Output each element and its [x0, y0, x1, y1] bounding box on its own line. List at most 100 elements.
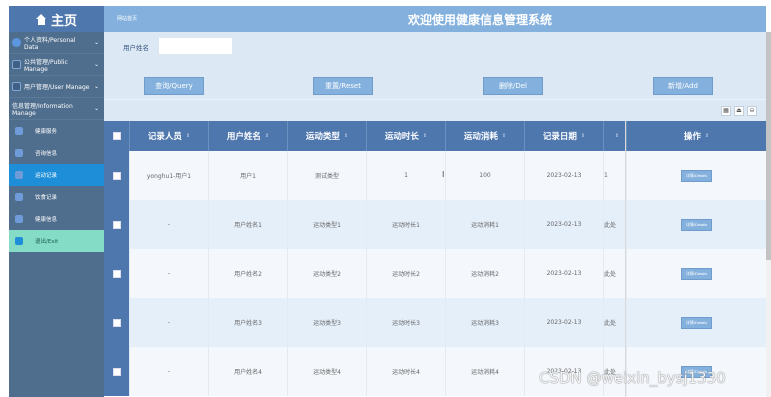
- minus-icon[interactable]: ⊖: [747, 106, 757, 116]
- details-button[interactable]: 详情/Details: [680, 267, 713, 280]
- row-select-cell: [104, 200, 130, 249]
- sort-icon: ⇕: [343, 133, 349, 139]
- row-select-cell: [104, 298, 130, 347]
- select-all-checkbox[interactable]: [112, 132, 121, 140]
- user-icon: [12, 38, 21, 47]
- table-cell: 运动时长4: [367, 347, 446, 396]
- table-cell: 此处: [604, 200, 627, 249]
- table-cell: 2023-02-13: [525, 151, 604, 200]
- table-cell: 运动消耗4: [446, 347, 525, 396]
- scrollbar-thumb[interactable]: [766, 32, 771, 260]
- home-link[interactable]: 主页: [9, 6, 104, 32]
- sort-icon: ⇕: [185, 133, 191, 139]
- table-cell: 2023-02-13: [525, 200, 604, 249]
- people-icon: [15, 215, 23, 223]
- sidebar-item-consult-info[interactable]: 咨询信息: [9, 142, 104, 164]
- table-cell: 运动类型3: [288, 298, 367, 347]
- menu-group-label: 信息管理/Information Manage: [12, 102, 73, 117]
- select-all-cell: [104, 121, 130, 151]
- menu-group-label: 用户管理/User Manage: [24, 84, 90, 91]
- table-row[interactable]: - 用户姓名3 运动类型3 运动时长3 运动消耗3 2023-02-13 此处 详情/Deta…: [104, 298, 766, 347]
- row-checkbox[interactable]: [112, 171, 121, 180]
- row-actions-cell: 详情/Details: [627, 249, 766, 298]
- table-body: yonghu1-用户1 用户1 测试类型 1 100 2023-02-13 1 详情/Deta…: [104, 151, 766, 396]
- table-cell: 运动类型1: [288, 200, 367, 249]
- table-cell: 运动时长2: [367, 249, 446, 298]
- table-header: 记录人员 ⇕ 用户姓名 ⇕ 运动类型 ⇕ 运动时长 ⇕ 运动消耗 ⇕ 记录日期 ⇕ ⇕ 操作…: [104, 121, 766, 151]
- table-cell: 运动消耗3: [446, 298, 525, 347]
- grid-icon[interactable]: ▦: [721, 106, 731, 116]
- details-button[interactable]: 详情/Details: [680, 316, 713, 329]
- col-header[interactable]: 记录人员 ⇕: [130, 121, 209, 151]
- page-title: 欢迎使用健康信息管理系统: [408, 13, 553, 27]
- row-checkbox[interactable]: [112, 220, 121, 229]
- card-icon: [15, 193, 23, 201]
- sidebar-item-label: 咨询信息: [35, 151, 58, 157]
- table-cell: -: [130, 200, 209, 249]
- col-header[interactable]: 运动消耗 ⇕: [446, 121, 525, 151]
- delete-button[interactable]: 删除/Del: [483, 77, 543, 95]
- brand-label: 主页: [50, 13, 77, 29]
- search-label: 用户姓名: [123, 44, 149, 52]
- col-header[interactable]: 运动类型 ⇕: [288, 121, 367, 151]
- sidebar-item-exercise-records[interactable]: 运动记录: [9, 164, 104, 186]
- sidebar-item-exit[interactable]: 退出/Exit: [9, 230, 104, 252]
- sidebar-item-label: 运动记录: [35, 173, 58, 179]
- col-header-actions: 操作 ⇕: [683, 132, 710, 142]
- vertical-scrollbar[interactable]: [766, 32, 771, 397]
- details-button[interactable]: 详情/Details: [680, 169, 713, 182]
- search-input[interactable]: [159, 38, 232, 54]
- details-button[interactable]: 详情/Details: [680, 218, 713, 231]
- print-icon[interactable]: ⏏: [734, 106, 744, 116]
- menu-group-information-manage[interactable]: 信息管理/Information Manage ⌄: [9, 98, 104, 120]
- query-button[interactable]: 查询/Query: [144, 77, 204, 95]
- sort-icon: ⇕: [614, 133, 620, 139]
- column-divider: [625, 121, 626, 397]
- table-row[interactable]: - 用户姓名1 运动类型1 运动时长1 运动消耗1 2023-02-13 此处 详情/Deta…: [104, 200, 766, 249]
- sidebar-item-label: 健康服务: [35, 129, 58, 135]
- row-actions-cell: 详情/Details: [627, 151, 766, 200]
- sidebar-item-health-info[interactable]: 健康信息: [9, 208, 104, 230]
- row-checkbox[interactable]: [112, 269, 121, 278]
- row-actions-cell: 详情/Details: [627, 298, 766, 347]
- table-cell: 用户姓名2: [209, 249, 288, 298]
- tag-icon: [15, 149, 23, 157]
- col-header[interactable]: 用户姓名 ⇕: [209, 121, 288, 151]
- records-table: 记录人员 ⇕ 用户姓名 ⇕ 运动类型 ⇕ 运动时长 ⇕ 运动消耗 ⇕ 记录日期 ⇕ ⇕ 操作…: [104, 121, 766, 397]
- col-header[interactable]: 运动时长 ⇕: [367, 121, 446, 151]
- table-cell: 运动类型4: [288, 347, 367, 396]
- row-checkbox[interactable]: [112, 318, 121, 327]
- sidebar-item-label: 饮食记录: [35, 195, 58, 201]
- menu-group-personal-data[interactable]: 个人资料/Personal Data ⌄: [9, 32, 104, 54]
- add-button[interactable]: 新增/Add: [653, 77, 713, 95]
- table-row[interactable]: - 用户姓名2 运动类型2 运动时长2 运动消耗2 2023-02-13 此处 详情/Deta…: [104, 249, 766, 298]
- table-cell: 1: [367, 151, 446, 200]
- reset-button[interactable]: 重置/Reset: [313, 77, 373, 95]
- row-checkbox[interactable]: [112, 367, 121, 376]
- sidebar-item-diet-records[interactable]: 饮食记录: [9, 186, 104, 208]
- chevron-down-icon: ⌄: [93, 61, 99, 68]
- menu-group-user-manage[interactable]: 用户管理/User Manage ⌄: [9, 76, 104, 98]
- sort-icon: ⇕: [264, 133, 270, 139]
- sidebar-item-label: 退出/Exit: [35, 239, 59, 245]
- table-cell: 运动类型2: [288, 249, 367, 298]
- sidebar-item-health-service[interactable]: 健康服务: [9, 120, 104, 142]
- table-cell: 运动时长1: [367, 200, 446, 249]
- col-header[interactable]: 记录日期 ⇕: [525, 121, 604, 151]
- table-cell: 用户姓名1: [209, 200, 288, 249]
- chevron-down-icon: ⌄: [93, 105, 99, 112]
- menu-group-public-manage[interactable]: 公共管理/Public Manage ⌄: [9, 54, 104, 76]
- sort-icon: ⇕: [501, 133, 507, 139]
- chevron-down-icon: ⌄: [93, 39, 99, 46]
- table-cell: yonghu1-用户1: [130, 151, 209, 200]
- col-header[interactable]: ⇕: [604, 121, 627, 151]
- breadcrumb[interactable]: 网站首页: [117, 15, 137, 22]
- menu-group-label: 公共管理/Public Manage: [24, 58, 68, 73]
- home-icon: [35, 13, 47, 25]
- table-row[interactable]: yonghu1-用户1 用户1 测试类型 1 100 2023-02-13 1 详情/Deta…: [104, 151, 766, 200]
- users-icon: [12, 82, 21, 91]
- sort-icon: ⇕: [422, 133, 428, 139]
- table-cell: 用户1: [209, 151, 288, 200]
- table-cell: 用户姓名3: [209, 298, 288, 347]
- table-cell: 1: [604, 151, 627, 200]
